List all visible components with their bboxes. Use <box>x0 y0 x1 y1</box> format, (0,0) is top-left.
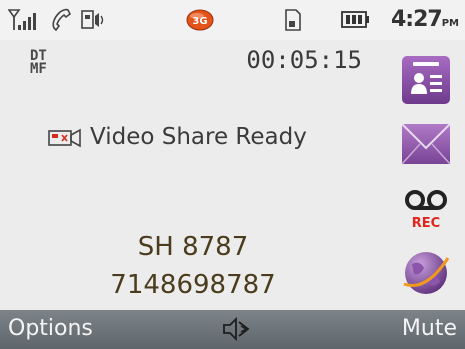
caller-name: SH 8787 <box>137 232 249 262</box>
caller-number: 7148698787 <box>110 270 276 300</box>
svg-text:3G: 3G <box>192 16 207 27</box>
mute-softkey[interactable]: Mute <box>402 316 457 341</box>
call-screen: DT MF 00:05:15 Video Share Ready SH 8787… <box>0 40 386 310</box>
voice-record-icon[interactable]: REC <box>400 182 452 234</box>
messages-icon[interactable] <box>400 118 452 170</box>
status-bar: 3G 4:27PM <box>0 0 465 40</box>
battery-icon <box>341 8 371 32</box>
rec-label: REC <box>412 216 440 231</box>
speakerphone-icon[interactable] <box>222 316 250 342</box>
options-softkey[interactable]: Options <box>8 316 93 341</box>
signal-icon <box>8 8 36 32</box>
video-share-icon <box>48 126 82 148</box>
contacts-icon[interactable] <box>400 54 452 106</box>
shortcut-column: REC <box>386 40 465 310</box>
dtmf-indicator[interactable]: DT MF <box>30 49 56 76</box>
video-share-status: Video Share Ready <box>48 124 307 150</box>
video-share-label: Video Share Ready <box>90 124 307 150</box>
browser-icon[interactable] <box>400 246 452 298</box>
3g-icon: 3G <box>185 8 215 32</box>
speaker-icon <box>80 8 106 32</box>
call-timer: 00:05:15 <box>246 46 362 74</box>
sim-card-icon <box>284 8 302 32</box>
phone-icon <box>50 8 72 32</box>
softkey-bar: Options Mute <box>0 310 465 349</box>
status-time: 4:27PM <box>390 7 459 32</box>
